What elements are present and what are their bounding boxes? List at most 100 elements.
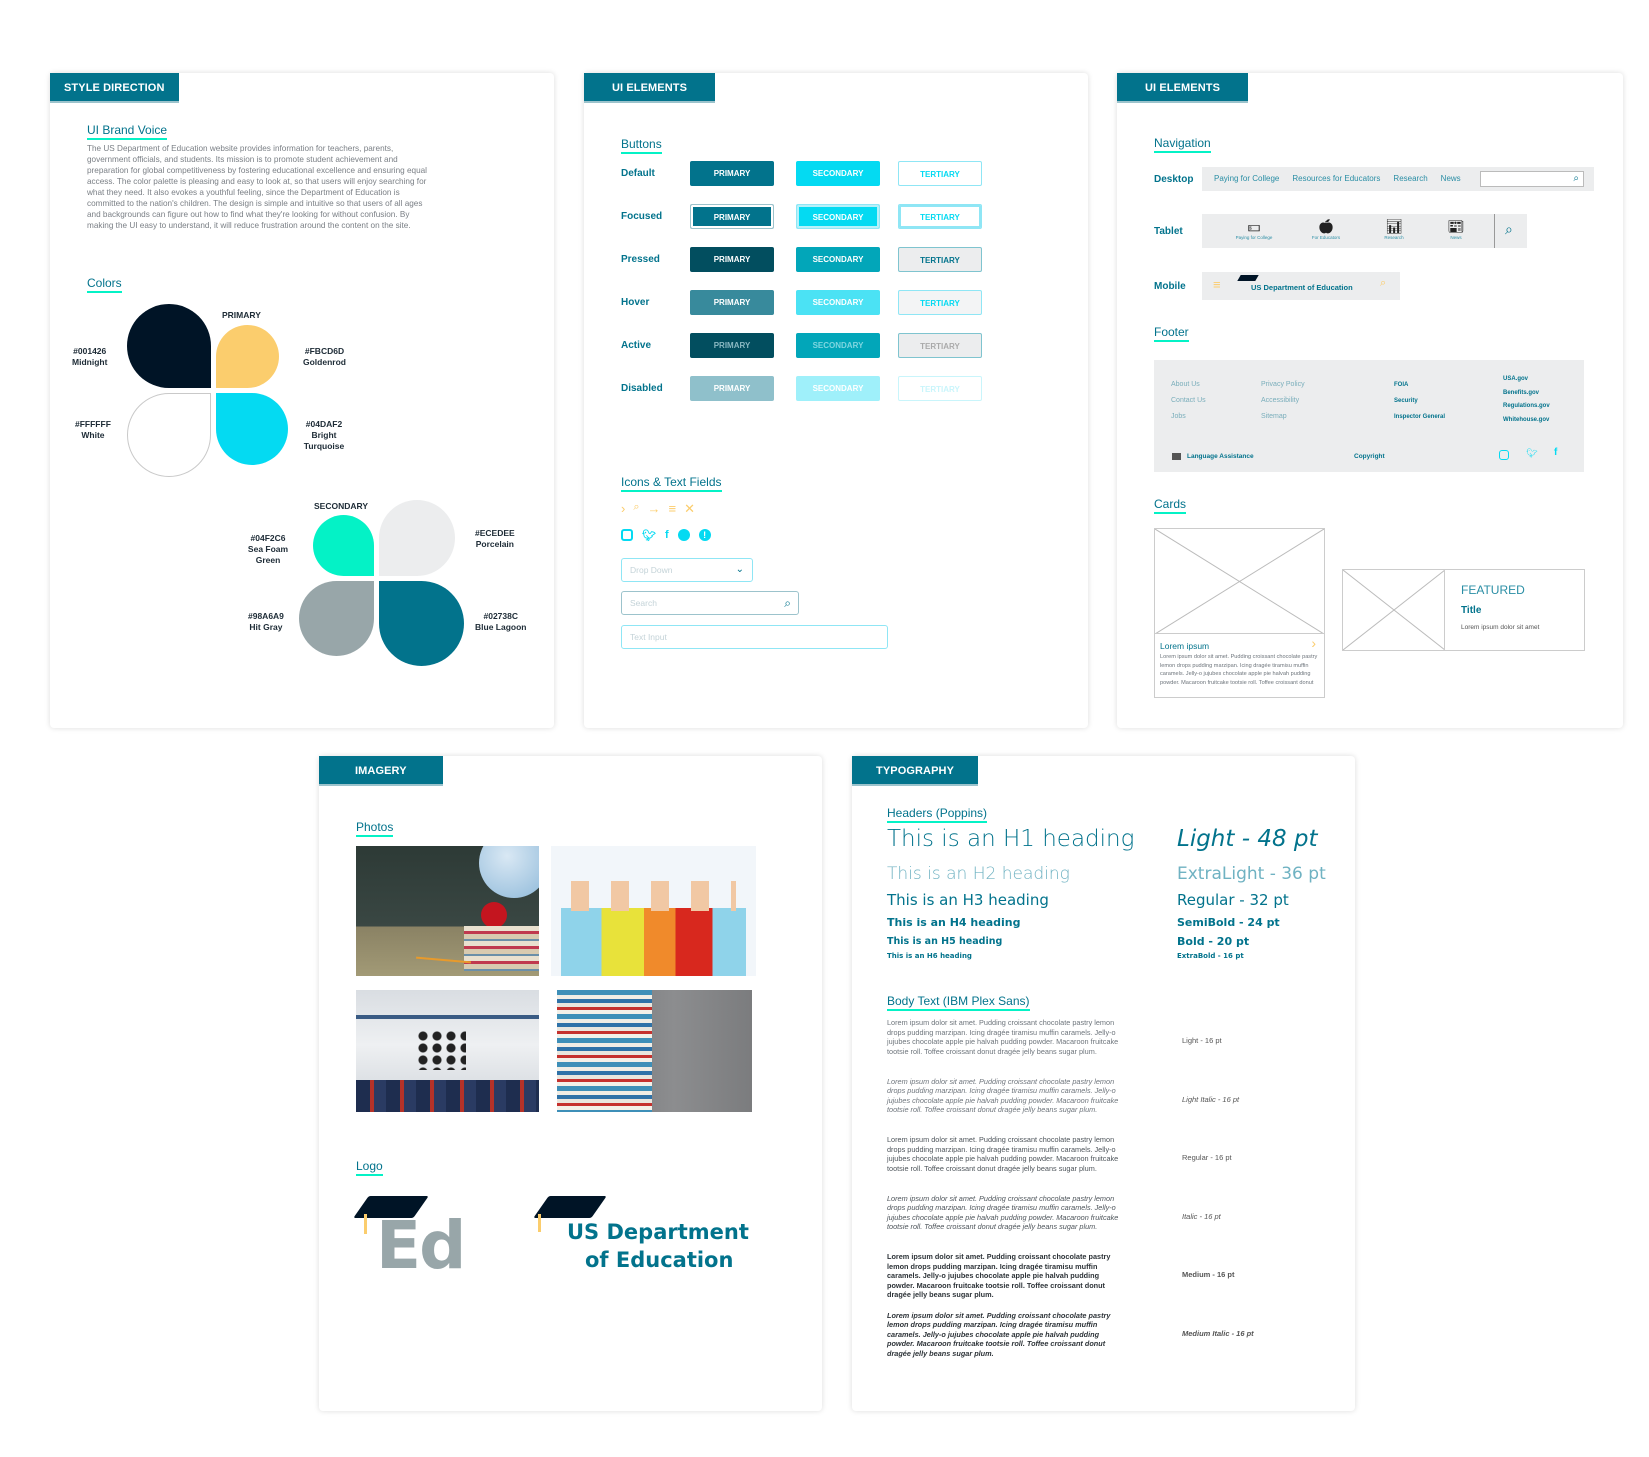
search-icon[interactable]: ⌕: [1573, 172, 1579, 186]
facebook-icon[interactable]: f: [665, 529, 669, 542]
footer-link[interactable]: Inspector General: [1394, 409, 1445, 425]
tablet-nav-item[interactable]: 📊︎ Research: [1364, 217, 1424, 240]
newspaper-icon: 📰︎: [1447, 218, 1465, 234]
primary-button-active[interactable]: PRIMARY: [690, 333, 774, 358]
primary-button-disabled[interactable]: PRIMARY: [690, 376, 774, 401]
body-text-sample: Lorem ipsum dolor sit amet. Pudding croi…: [887, 1076, 1119, 1115]
secondary-button-disabled[interactable]: SECONDARY: [796, 376, 880, 401]
menu-icon[interactable]: ≡: [669, 501, 677, 517]
desktop-nav-link[interactable]: News: [1441, 167, 1461, 191]
close-icon[interactable]: ✕: [684, 501, 695, 517]
footer-link[interactable]: Benefits.gov: [1503, 387, 1550, 401]
primary-button-hover[interactable]: PRIMARY: [690, 290, 774, 315]
secondary-button-focused[interactable]: SECONDARY: [796, 204, 880, 229]
instagram-icon[interactable]: [1499, 450, 1509, 460]
footer-link[interactable]: Contact Us: [1171, 393, 1206, 409]
featured-text: Lorem ipsum dolor sit amet: [1461, 624, 1540, 631]
colors-title: Colors: [87, 276, 122, 293]
logo-line-2: of Education: [585, 1248, 734, 1272]
featured-card[interactable]: FEATURED Title Lorem ipsum dolor sit ame…: [1342, 569, 1585, 651]
tablet-nav-item[interactable]: 💵︎ Paying for College: [1224, 217, 1284, 240]
desktop-nav: Paying for College Resources for Educator…: [1202, 167, 1594, 191]
footer-link[interactable]: Sitemap: [1261, 409, 1305, 425]
twitter-icon[interactable]: 🐦︎: [1526, 448, 1537, 459]
swatch-white: [127, 393, 211, 477]
footer-link[interactable]: Accessibility: [1261, 393, 1305, 409]
copyright-link[interactable]: Copyright: [1354, 452, 1385, 461]
social-icons: 🐦︎ f !: [621, 529, 711, 542]
panel-tab: UI ELEMENTS: [584, 73, 716, 103]
footer-link[interactable]: Regulations.gov: [1503, 400, 1550, 414]
tertiary-button-pressed[interactable]: TERTIARY: [898, 247, 982, 272]
headers-title: Headers (Poppins): [887, 806, 988, 823]
h6-spec: ExtraBold - 16 pt: [1177, 952, 1244, 960]
primary-button-pressed[interactable]: PRIMARY: [690, 247, 774, 272]
secondary-button-active[interactable]: SECONDARY: [796, 333, 880, 358]
dropdown-value: Drop Down: [630, 565, 673, 575]
h6-sample: This is an H6 heading: [887, 952, 972, 960]
search-icon[interactable]: ⌕: [633, 501, 639, 517]
footer-link[interactable]: Privacy Policy: [1261, 377, 1305, 393]
desktop-nav-link[interactable]: Resources for Educators: [1292, 167, 1380, 191]
swatch-porcelain: [379, 500, 455, 576]
footer-link[interactable]: About Us: [1171, 377, 1206, 393]
icons-text-fields-title: Icons & Text Fields: [621, 475, 722, 492]
tablet-nav-item[interactable]: 🍎︎ For Educators: [1296, 217, 1356, 240]
apple-icon: 🍎︎: [1317, 218, 1335, 234]
desktop-nav-link[interactable]: Paying for College: [1214, 167, 1279, 191]
card[interactable]: Lorem ipsum › Lorem ipsum dolor sit amet…: [1154, 528, 1325, 698]
tassel-icon: [538, 1214, 541, 1232]
footer-link[interactable]: Jobs: [1171, 409, 1206, 425]
text-input-placeholder: Text Input: [630, 632, 667, 642]
body-text-sample: Lorem ipsum dolor sit amet. Pudding croi…: [887, 1310, 1111, 1358]
ui-elements-navigation-panel: UI ELEMENTS Navigation Desktop Paying fo…: [1117, 73, 1623, 728]
chevron-right-icon[interactable]: ›: [621, 501, 625, 517]
instagram-icon[interactable]: [621, 529, 633, 541]
search-icon[interactable]: ⌕: [784, 592, 791, 614]
h1-spec: Light - 48 pt: [1177, 826, 1318, 852]
menu-icon[interactable]: ≡: [1213, 277, 1221, 292]
tertiary-button-focused[interactable]: TERTIARY: [898, 204, 982, 229]
buttons-title: Buttons: [621, 137, 662, 154]
tertiary-button-default[interactable]: TERTIARY: [898, 161, 982, 186]
secondary-button-pressed[interactable]: SECONDARY: [796, 247, 880, 272]
search-icon[interactable]: ⌕: [1380, 277, 1386, 290]
color-label-blue-lagoon: #02738C Blue Lagoon: [475, 611, 527, 632]
primary-button-focused[interactable]: PRIMARY: [690, 204, 774, 229]
body-text-sample: Lorem ipsum dolor sit amet. Pudding croi…: [887, 1135, 1119, 1173]
search-icon[interactable]: ⌕: [1505, 221, 1513, 238]
secondary-button-hover[interactable]: SECONDARY: [796, 290, 880, 315]
footer-link[interactable]: USA.gov: [1503, 373, 1550, 387]
footer-link[interactable]: Whitehouse.gov: [1503, 414, 1550, 428]
desktop-nav-link[interactable]: Research: [1393, 167, 1427, 191]
color-label-hit-gray: #98A6A9 Hit Gray: [248, 611, 284, 632]
search-field[interactable]: Search ⌕: [621, 591, 799, 615]
color-label-goldenrod: #FBCD6D Goldenrod: [303, 346, 346, 367]
brand-voice-text: The US Department of Education website p…: [87, 144, 427, 230]
desktop-label: Desktop: [1154, 174, 1194, 185]
mobile-brand[interactable]: US Department of Education: [1251, 283, 1353, 292]
tablet-nav-item[interactable]: 📰︎ News: [1426, 217, 1486, 240]
desktop-search-input[interactable]: ⌕: [1480, 171, 1584, 187]
globe-icon[interactable]: [677, 529, 690, 541]
chevron-right-icon[interactable]: ›: [1311, 635, 1316, 651]
footer-link[interactable]: Security: [1394, 393, 1445, 409]
language-assistance-link[interactable]: Language Assistance: [1187, 452, 1254, 461]
footer-link[interactable]: FOIA: [1394, 377, 1445, 393]
facebook-icon[interactable]: f: [1554, 447, 1557, 458]
typography-panel: TYPOGRAPHY Headers (Poppins) This is an …: [852, 756, 1355, 1411]
twitter-icon[interactable]: 🐦︎: [642, 529, 656, 542]
primary-button-default[interactable]: PRIMARY: [690, 161, 774, 186]
arrow-right-icon[interactable]: →: [648, 501, 661, 517]
alert-icon[interactable]: !: [698, 529, 711, 541]
swatch-goldenrod: [216, 325, 279, 388]
tertiary-button-hover[interactable]: TERTIARY: [898, 290, 982, 315]
tertiary-button-disabled[interactable]: TERTIARY: [898, 376, 982, 401]
tertiary-button-active[interactable]: TERTIARY: [898, 333, 982, 358]
secondary-button-default[interactable]: SECONDARY: [796, 161, 880, 186]
color-label-sea-foam-green: #04F2C6 Sea Foam Green: [247, 533, 289, 565]
text-input[interactable]: Text Input: [621, 625, 888, 649]
tablet-nav-label: For Educators: [1311, 235, 1341, 240]
mobile-nav: ≡ US Department of Education ⌕: [1202, 272, 1400, 300]
dropdown[interactable]: Drop Down ⌄: [621, 558, 753, 582]
